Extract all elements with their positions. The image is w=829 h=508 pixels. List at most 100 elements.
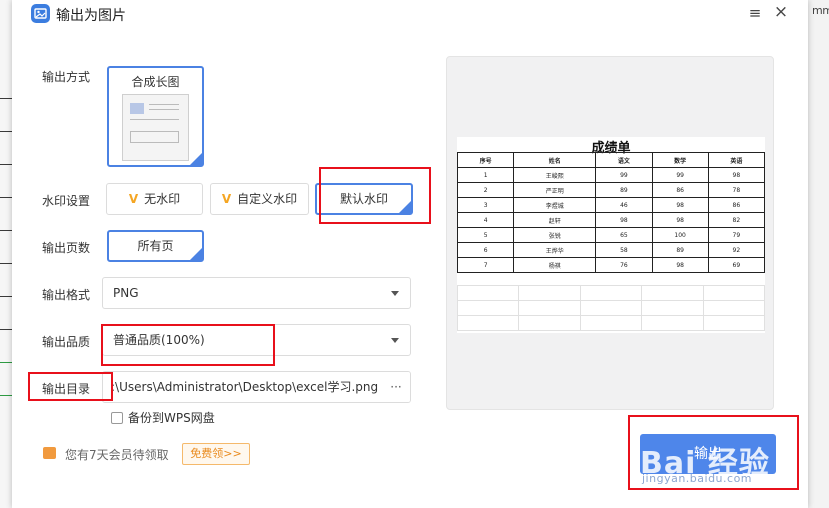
preview-cell: 98 (707, 167, 766, 183)
selected-corner-check-icon (189, 247, 203, 261)
claim-free-button[interactable]: 免费领>> (182, 443, 250, 465)
long-image-thumbnail-icon (122, 94, 189, 161)
preview-cell: 6 (456, 242, 515, 258)
preview-cell: 98 (595, 212, 653, 228)
backup-label[interactable]: 备份到WPS网盘 (128, 409, 215, 426)
background-gridline-green (0, 362, 12, 363)
preview-row: 6 王烨华 58 89 92 (456, 242, 766, 258)
preview-cell: 65 (595, 227, 653, 243)
chevron-down-icon (391, 338, 399, 343)
preview-empty-rows (456, 285, 766, 331)
preview-header-cell: 序号 (456, 152, 515, 168)
preview-sheet: 成绩单 序号 姓名 语文 数学 英语 1 王峻熙 99 99 98 2 严正明 89 86 78… (456, 137, 766, 333)
preview-table: 序号 姓名 语文 数学 英语 1 王峻熙 99 99 98 2 严正明 89 86 78 3 李煜… (456, 152, 766, 273)
background-gridline (0, 131, 12, 132)
preview-row: 2 严正明 89 86 78 (456, 182, 766, 198)
preview-cell: 98 (651, 257, 709, 273)
preview-cell: 99 (651, 167, 709, 183)
preview-header-cell: 姓名 (513, 152, 597, 168)
background-gridline (0, 98, 12, 99)
preview-cell: 2 (456, 182, 515, 198)
watermark-option-label: 无水印 (144, 192, 181, 206)
image-icon (31, 4, 50, 23)
background-gridline (0, 230, 12, 231)
preview-cell: 89 (595, 182, 653, 198)
format-label: 输出格式 (42, 288, 91, 302)
preview-cell: 69 (707, 257, 766, 273)
preview-cell: 92 (707, 242, 766, 258)
vip-icon: V (221, 192, 232, 206)
quality-label: 输出品质 (42, 335, 91, 349)
preview-cell: 86 (707, 197, 766, 213)
close-icon[interactable]: × (772, 3, 790, 21)
background-gridline-green (0, 395, 12, 396)
preview-cell: 5 (456, 227, 515, 243)
background-cell-text: mme (812, 4, 829, 17)
background-gridline (0, 329, 12, 330)
background-sheet-left (0, 0, 12, 508)
output-mode-label: 输出方式 (42, 70, 91, 84)
preview-cell: 86 (651, 182, 709, 198)
preview-row: 4 赵轩 98 98 82 (456, 212, 766, 228)
highlight-box-export (628, 415, 799, 490)
pages-option-label: 所有页 (137, 239, 174, 253)
watermark-option-none[interactable]: V 无水印 (106, 183, 203, 215)
watermark-option-label: 自定义水印 (237, 192, 298, 206)
highlight-box-quality (101, 324, 275, 366)
pages-option-all[interactable]: 所有页 (107, 230, 204, 262)
format-select[interactable]: PNG (102, 277, 411, 309)
preview-header-cell: 英语 (707, 152, 766, 168)
preview-cell: 58 (595, 242, 653, 258)
watermark-option-custom[interactable]: V 自定义水印 (210, 183, 309, 215)
preview-row: 1 王峻熙 99 99 98 (456, 167, 766, 183)
preview-cell: 3 (456, 197, 515, 213)
backup-checkbox[interactable] (111, 412, 123, 424)
preview-cell: 82 (707, 212, 766, 228)
preview-cell: 李煜城 (513, 197, 597, 213)
preview-cell: 78 (707, 182, 766, 198)
preview-panel: 成绩单 序号 姓名 语文 数学 英语 1 王峻熙 99 99 98 2 严正明 89 86 78… (446, 56, 774, 410)
dialog-title: 输出为图片 (56, 8, 126, 24)
member-promo-text: 您有7天会员待领取 (65, 448, 169, 462)
background-gridline (0, 197, 12, 198)
selected-corner-check-icon (189, 152, 203, 166)
background-gridline (0, 263, 12, 264)
output-mode-option-label: 合成长图 (131, 75, 180, 89)
preview-cell: 严正明 (513, 182, 597, 198)
preview-header-cell: 数学 (651, 152, 709, 168)
format-value: PNG (113, 286, 139, 300)
browse-button[interactable]: ··· (382, 372, 410, 402)
directory-input[interactable]: :\Users\Administrator\Desktop\excel学习.pn… (102, 371, 411, 403)
vip-icon: V (128, 192, 139, 206)
preview-cell: 76 (595, 257, 653, 273)
preview-cell: 89 (651, 242, 709, 258)
menu-icon[interactable]: ≡ (746, 4, 764, 22)
background-sheet-right (808, 0, 829, 508)
preview-cell: 7 (456, 257, 515, 273)
preview-row: 3 李煜城 46 98 86 (456, 197, 766, 213)
preview-cell: 杨祺 (513, 257, 597, 273)
preview-row: 5 张锐 65 100 79 (456, 227, 766, 243)
background-gridline (0, 164, 12, 165)
preview-cell: 赵轩 (513, 212, 597, 228)
preview-cell: 46 (595, 197, 653, 213)
preview-cell: 98 (651, 212, 709, 228)
preview-header-cell: 语文 (595, 152, 653, 168)
chevron-down-icon (391, 291, 399, 296)
output-mode-long-image[interactable]: 合成长图 (107, 66, 204, 167)
gift-icon (43, 447, 56, 459)
highlight-box-watermark (319, 167, 431, 224)
preview-cell: 98 (651, 197, 709, 213)
preview-cell: 79 (707, 227, 766, 243)
preview-cell: 99 (595, 167, 653, 183)
preview-cell: 王烨华 (513, 242, 597, 258)
preview-cell: 1 (456, 167, 515, 183)
background-gridline (0, 296, 12, 297)
preview-cell: 张锐 (513, 227, 597, 243)
preview-cell: 100 (651, 227, 709, 243)
watermark-label: 水印设置 (42, 194, 91, 208)
preview-cell: 4 (456, 212, 515, 228)
pages-label: 输出页数 (42, 241, 91, 255)
directory-value: :\Users\Administrator\Desktop\excel学习.pn… (111, 380, 379, 394)
highlight-box-directory (28, 372, 113, 401)
